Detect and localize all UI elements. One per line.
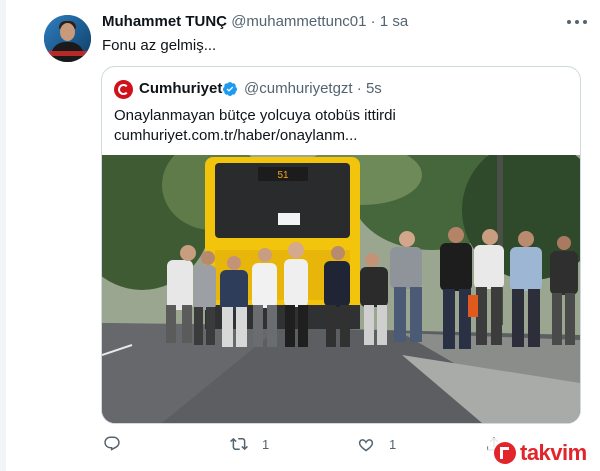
bus-route-sign: 51 <box>277 170 289 181</box>
tweet-actions-bar: 1 1 <box>0 428 572 458</box>
quoted-link[interactable]: cumhuriyet.com.tr/haber/onaylanm... <box>114 126 569 146</box>
heart-icon <box>358 439 374 452</box>
quoted-tweet-time[interactable]: 5s <box>366 80 382 97</box>
reply-icon <box>104 436 120 451</box>
tweet-text: Fonu az gelmiş... <box>102 37 217 54</box>
quoted-author-name[interactable]: Cumhuriyet <box>139 80 222 97</box>
tweet-time[interactable]: 1 sa <box>380 13 408 30</box>
reply-button[interactable] <box>103 434 121 454</box>
author-handle[interactable]: @muhammettunc01 <box>231 13 366 30</box>
retweet-count: 1 <box>262 436 270 452</box>
like-button[interactable]: 1 <box>357 434 396 454</box>
takvim-watermark: takvim <box>488 438 595 468</box>
verified-badge-icon <box>223 82 237 96</box>
quoted-tweet-card[interactable]: Cumhuriyet @cumhuriyetgzt · 5s Onaylanma… <box>101 66 581 424</box>
quoted-tweet-text: Onaylanmayan bütçe yolcuya otobüs ittird… <box>114 106 569 146</box>
takvim-logo-icon <box>494 442 516 464</box>
bus-pushing-photo: 51 <box>102 155 580 423</box>
watermark-text: takvim <box>520 440 587 465</box>
cumhuriyet-logo-icon[interactable] <box>114 80 133 99</box>
quoted-headline: Onaylanmayan bütçe yolcuya otobüs ittird… <box>114 107 396 124</box>
quoted-author-handle[interactable]: @cumhuriyetgzt <box>244 80 353 97</box>
separator-dot: · <box>356 80 362 97</box>
background-strip <box>0 0 6 471</box>
like-count: 1 <box>389 436 397 452</box>
author-name[interactable]: Muhammet TUNÇ <box>102 13 227 30</box>
separator-dot: · <box>370 13 376 30</box>
quoted-media-photo[interactable]: 51 <box>102 155 580 423</box>
tweet-header: Muhammet TUNÇ @muhammettunc01 · 1 sa <box>102 13 408 30</box>
author-avatar[interactable] <box>44 15 91 62</box>
more-options-icon[interactable] <box>566 18 588 26</box>
retweet-button[interactable]: 1 <box>230 434 269 454</box>
quoted-handle-line: @cumhuriyetgzt · 5s <box>244 80 382 97</box>
retweet-icon <box>230 437 248 451</box>
